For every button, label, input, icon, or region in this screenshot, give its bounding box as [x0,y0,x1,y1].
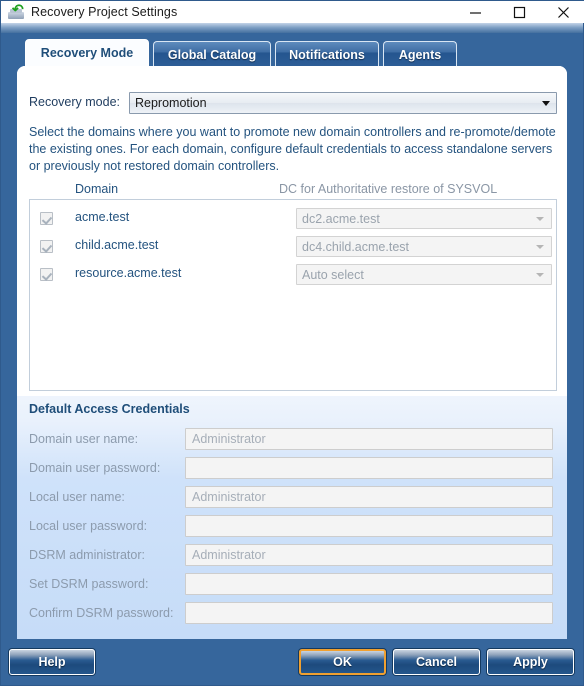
window-controls [453,1,584,23]
tab-label: Notifications [289,47,365,62]
field-value: Administrator [192,432,266,446]
domain-checkbox[interactable] [40,240,53,253]
field-domain-user-name: Domain user name: Administrator [29,428,557,450]
field-confirm-dsrm-password: Confirm DSRM password: [29,602,557,624]
domain-name: acme.test [75,210,130,224]
confirm-dsrm-password-input[interactable] [185,602,553,624]
column-header-dc: DC for Authoritative restore of SYSVOL [279,182,498,196]
title-bar: ↶ Recovery Project Settings [1,1,584,23]
domain-name: child.acme.test [75,238,159,252]
field-label: Local user password: [29,519,148,533]
field-label: Set DSRM password: [29,577,149,591]
field-label: Confirm DSRM password: [29,606,174,620]
dc-value: dc4.child.acme.test [302,240,409,254]
tab-agents[interactable]: Agents [383,41,457,67]
maximize-icon[interactable] [497,1,541,23]
set-dsrm-password-input[interactable] [185,573,553,595]
tab-notifications[interactable]: Notifications [275,41,379,67]
table-row[interactable]: resource.acme.test Auto select [30,262,556,290]
domain-user-name-input[interactable]: Administrator [185,428,553,450]
dc-select[interactable]: dc2.acme.test [296,208,552,229]
field-label: Local user name: [29,490,125,504]
window-title: Recovery Project Settings [31,5,178,19]
domain-checkbox[interactable] [40,268,53,281]
tab-label: Agents [398,47,442,62]
column-header-domain: Domain [75,182,119,196]
description-text: Select the domains where you want to pro… [29,125,556,173]
tab-global-catalog[interactable]: Global Catalog [153,41,271,67]
field-set-dsrm-password: Set DSRM password: [29,573,557,595]
field-dsrm-administrator: DSRM administrator: Administrator [29,544,557,566]
domain-list[interactable]: acme.test dc2.acme.test child.acme.test … [29,199,557,391]
credentials-section-title: Default Access Credentials [29,402,190,416]
apply-button[interactable]: Apply [487,649,574,675]
chevron-down-icon [536,273,544,277]
tab-label: Recovery Mode [40,46,134,60]
dsrm-administrator-input[interactable]: Administrator [185,544,553,566]
recovery-project-settings-window: ↶ Recovery Project Settings Recovery Mod… [0,0,584,686]
button-label: Apply [513,655,548,669]
dc-select[interactable]: dc4.child.acme.test [296,236,552,257]
recovery-mode-value: Repromotion [135,96,207,110]
chevron-down-icon [542,101,550,106]
table-row[interactable]: child.acme.test dc4.child.acme.test [30,234,556,262]
dc-value: Auto select [302,268,364,282]
dc-value: dc2.acme.test [302,212,380,226]
minimize-icon[interactable] [453,1,497,23]
local-user-name-input[interactable]: Administrator [185,486,553,508]
tab-strip: Recovery Mode Global Catalog Notificatio… [1,33,583,67]
field-local-user-name: Local user name: Administrator [29,486,557,508]
field-local-user-password: Local user password: [29,515,557,537]
field-domain-user-password: Domain user password: [29,457,557,479]
domain-name: resource.acme.test [75,266,182,280]
field-label: Domain user password: [29,461,161,475]
recovery-mode-label: Recovery mode: [29,95,121,109]
close-icon[interactable] [541,1,584,23]
chevron-down-icon [536,245,544,249]
window-chrome-gradient [1,23,583,33]
field-label: DSRM administrator: [29,548,145,562]
button-label: Cancel [416,655,457,669]
tab-content-panel: Recovery mode: Repromotion Select the do… [17,66,567,639]
button-label: Help [38,655,66,669]
dc-select[interactable]: Auto select [296,264,552,285]
domain-checkbox[interactable] [40,212,53,225]
button-label: OK [333,655,352,669]
tab-recovery-mode[interactable]: Recovery Mode [25,39,149,67]
local-user-password-input[interactable] [185,515,553,537]
recovery-mode-row: Recovery mode: Repromotion [29,92,557,114]
chevron-down-icon [536,217,544,221]
recovery-mode-select[interactable]: Repromotion [129,92,557,114]
cancel-button[interactable]: Cancel [393,649,480,675]
tab-label: Global Catalog [167,47,257,62]
dialog-button-bar: Help OK Cancel Apply [1,639,583,685]
field-value: Administrator [192,548,266,562]
recovery-project-icon: ↶ [8,2,24,20]
domain-user-password-input[interactable] [185,457,553,479]
help-button[interactable]: Help [9,649,95,675]
field-value: Administrator [192,490,266,504]
table-row[interactable]: acme.test dc2.acme.test [30,206,556,234]
field-label: Domain user name: [29,432,139,446]
ok-button[interactable]: OK [299,649,386,675]
